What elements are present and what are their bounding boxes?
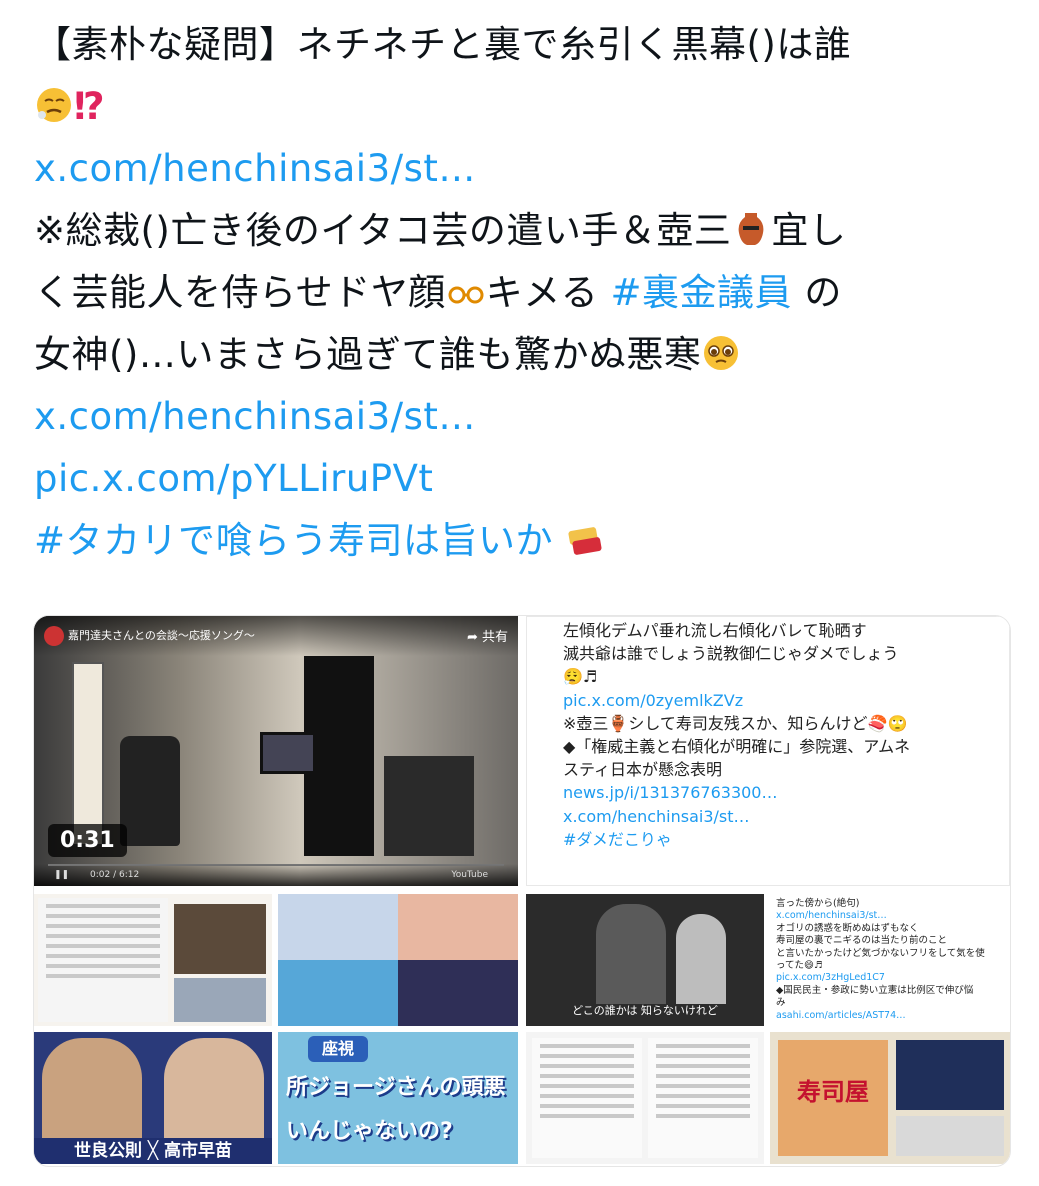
portrait-photo: [174, 904, 266, 974]
pause-icon[interactable]: ❚❚: [54, 864, 69, 886]
textcard-line: ※壺三🏺シして寿司友残スか、知らんけど🍣🙄: [563, 713, 908, 733]
collage-card-line: オゴリの誘惑を断めぬはずもなく: [776, 922, 919, 934]
tv-caption: どこの誰かは 知らないけれど: [572, 1004, 718, 1017]
tweet-line-1: 【素朴な疑問】ネチネチと裏で糸引く黒幕()は誰: [34, 14, 1014, 76]
names-label: 世良公則 ╳ 高市早苗: [34, 1138, 272, 1164]
sushi-sign: 寿司屋: [797, 1078, 869, 1106]
collage-card-line: 言った傍から(絶句): [776, 898, 860, 909]
tweet-link-2[interactable]: x.com/henchinsai3/st…: [34, 386, 1014, 448]
collage-card-line: ◆国民民主・参政に勢い立憲は比例区で伸び悩: [776, 984, 974, 996]
textcard-link[interactable]: x.com/henchinsai3/st…: [563, 805, 1009, 828]
floor-lamp: [72, 662, 104, 846]
tweet-line-2: ⁉: [34, 76, 1014, 138]
collage-card-line: と言いたかったけど気づかないフリをして気を使: [776, 947, 985, 959]
exclamation-question-mark: ⁉: [74, 85, 106, 128]
pleading-face-emoji-icon: [704, 336, 739, 370]
glasses-emoji-icon: [448, 286, 484, 304]
share-icon[interactable]: ➦ 共有: [467, 626, 508, 645]
hashtag-takari-sushi[interactable]: #タカリで喰らう寿司は旨いか: [34, 519, 553, 562]
image-collage-1[interactable]: 世良公則 ╳ 高市早苗 座視 所ジョージさんの頭悪いんじゃないの?: [34, 894, 518, 1164]
collage-tile-textcard: 言った傍から(絶句) x.com/henchinsai3/st… オゴリの誘惑を断め…: [770, 894, 1010, 1026]
seated-woman: [120, 736, 180, 846]
tweet-line6-text: 女神()…いまさら過ぎて誰も驚かぬ悪寒: [34, 333, 702, 376]
textcard-line: 😮‍💨♬: [563, 667, 598, 687]
collage-card-line: pic.x.com/3zHgLed1C7: [776, 972, 885, 984]
bento-emoji-icon: [568, 527, 602, 555]
textcard-link[interactable]: #ダメだこりゃ: [563, 828, 1009, 851]
collage-tile-names: 世良公則 ╳ 高市早苗: [34, 1032, 272, 1164]
collage-tile-sushi: 寿司屋: [770, 1032, 1010, 1164]
tweet-line4-text: ※総裁()亡き後のイタコ芸の遣い手＆壺三: [34, 209, 732, 252]
share-label: 共有: [481, 630, 508, 645]
channel-avatar[interactable]: [44, 626, 64, 646]
youtube-logo[interactable]: YouTube: [451, 864, 488, 886]
doc-snippet: [38, 898, 168, 1022]
tired-face-emoji-icon: [37, 88, 71, 122]
textcard-link[interactable]: pic.x.com/0zyemlkZVz: [563, 689, 1009, 712]
camera-monitor: [260, 732, 316, 774]
collage-tile-screenshot: [34, 894, 272, 1026]
textcard-line: スティ日本が懸念表明: [563, 760, 723, 780]
tweet-link2-text[interactable]: x.com/henchinsai3/st…: [34, 395, 476, 438]
tweet-line-5: く芸能人を侍らせドヤ顔 キメる #裏金議員 の: [34, 262, 1014, 324]
collage-tile-tv: どこの誰かは 知らないけれど: [526, 894, 764, 1026]
collage-card-line: 寿司屋の裏でニギるのは当たり前のこと: [776, 935, 948, 947]
video-player[interactable]: 嘉門達夫さんとの会談〜応援ソング〜 ➦ 共有 0:31 ❚❚ 0:02 / 6:…: [34, 616, 518, 886]
collage-card-line: x.com/henchinsai3/st…: [776, 910, 887, 922]
guitar-player: [384, 756, 474, 856]
tweet-line5c: の: [804, 271, 842, 314]
tweet-line5b: キメる: [485, 271, 599, 314]
tweet-link-3[interactable]: pic.x.com/pYLLiruPVt: [34, 448, 1014, 510]
video-title-bar: 嘉門達夫さんとの会談〜応援ソング〜: [34, 616, 518, 656]
tokoro-caption: 所ジョージさんの頭悪いんじゃないの?: [286, 1075, 506, 1144]
news-thumb: [174, 978, 266, 1022]
tweet-text: 【素朴な疑問】ネチネチと裏で糸引く黒幕()は誰 ⁉ x.com/henchins…: [34, 14, 1014, 572]
quoted-text-card[interactable]: 左傾化デムパ垂れ流し右傾化バレて恥晒す滅共爺は誰でしょう説教御仁じゃダメでしょう…: [526, 616, 1010, 886]
tweet-hashtag-line: #タカリで喰らう寿司は旨いか: [34, 510, 1014, 572]
collage-tile-tokoro: 座視 所ジョージさんの頭悪いんじゃないの?: [278, 1032, 518, 1164]
woman-portrait: [164, 1038, 264, 1150]
tokoro-top-caption: 座視: [308, 1036, 368, 1062]
video-duration: 0:31: [48, 824, 127, 857]
tweet-line5a: く芸能人を侍らせドヤ顔: [34, 271, 446, 314]
video-controls: ❚❚ 0:02 / 6:12 YouTube: [34, 864, 518, 886]
tweet-line1-text: 【素朴な疑問】ネチネチと裏で糸引く黒幕()は誰: [34, 23, 852, 66]
tweet-line-6: 女神()…いまさら過ぎて誰も驚かぬ悪寒: [34, 324, 1014, 386]
amphora-emoji-icon: [739, 213, 764, 245]
tweet-link3-text[interactable]: pic.x.com/pYLLiruPVt: [34, 457, 433, 500]
collage-tile-rally: [278, 894, 518, 1026]
textcard-line: ◆「権威主義と右傾化が明確に」参院選、アムネ: [563, 737, 911, 757]
man-portrait: [42, 1038, 142, 1150]
video-time: 0:02 / 6:12: [90, 870, 140, 880]
textcard-link[interactable]: news.jp/i/131376763300…: [563, 781, 1009, 804]
tweet-link1-text[interactable]: x.com/henchinsai3/st…: [34, 147, 476, 190]
collage-card-line: ってた😄♬: [776, 960, 823, 972]
tweet-link-1[interactable]: x.com/henchinsai3/st…: [34, 138, 1014, 200]
textcard-line: 滅共爺は誰でしょう説教御仁じゃダメでしょう: [563, 644, 899, 664]
textcard-line: 左傾化デムパ垂れ流し右傾化バレて恥晒す: [563, 621, 867, 640]
video-title: 嘉門達夫さんとの会談〜応援ソング〜: [68, 629, 255, 642]
image-collage-2[interactable]: どこの誰かは 知らないけれど 言った傍から(絶句) x.com/henchinsa…: [526, 894, 1010, 1164]
collage-tile-newspaper: [526, 1032, 764, 1164]
collage-card-line: み: [776, 997, 786, 1009]
media-grid: 嘉門達夫さんとの会談〜応援ソング〜 ➦ 共有 0:31 ❚❚ 0:02 / 6:…: [33, 615, 1011, 1167]
tweet-line4-end: 宜し: [771, 209, 847, 252]
tweet-line-4: ※総裁()亡き後のイタコ芸の遣い手＆壺三 宜し: [34, 200, 1014, 262]
collage-card-line: asahi.com/articles/AST74…: [776, 1009, 906, 1021]
hashtag-uragane-giin[interactable]: #裏金議員: [611, 271, 793, 314]
